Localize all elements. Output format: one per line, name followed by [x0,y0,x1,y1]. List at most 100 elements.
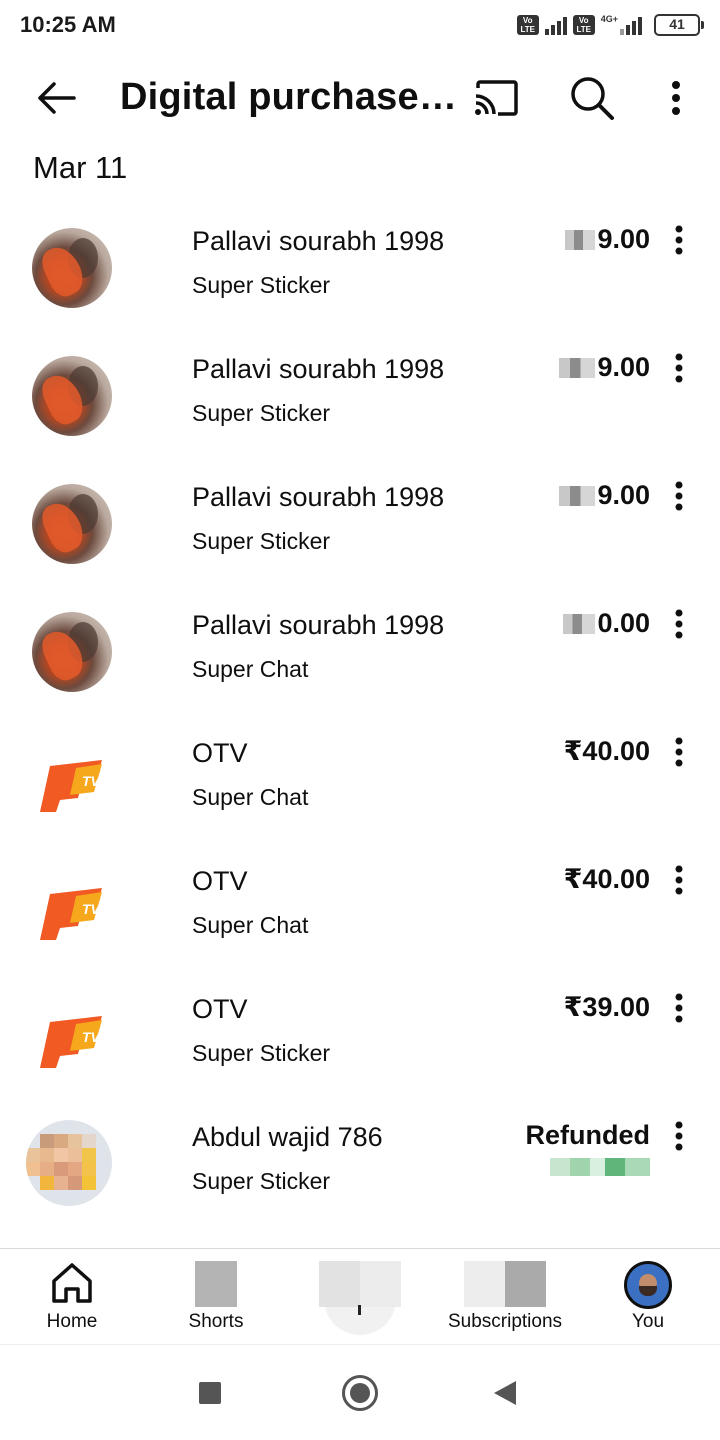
nav-create[interactable] [300,1249,420,1345]
app-bar: Digital purchase… [0,50,720,144]
otv-logo-icon: TV [40,1016,102,1068]
refund-status: Refunded [525,1120,651,1150]
cast-button[interactable] [470,74,522,122]
channel-avatar [32,484,112,564]
purchase-type: Super Sticker [192,1168,331,1194]
purchase-type: Super Sticker [192,272,331,298]
nav-shorts[interactable]: Shorts [166,1249,266,1345]
svg-text:TV: TV [82,901,102,917]
otv-logo-icon: TV [40,760,102,812]
status-icons: Vo LTE Vo LTE 4G+ 41 [516,12,704,38]
channel-avatar [26,1120,112,1206]
refund-detail-redacted [550,1158,650,1176]
nav-subscriptions[interactable]: Subscriptions [436,1249,574,1345]
status-bar: 10:25 AM Vo LTE Vo LTE 4G+ 41 [0,0,720,50]
purchase-row[interactable]: Pallavi sourabh 1998 Super Sticker 9.00 [0,328,720,456]
more-vert-icon[interactable] [670,1120,688,1152]
more-vert-icon[interactable] [670,352,688,384]
date-header: Mar 11 [33,150,128,185]
purchase-amount: 9.00 [565,224,650,255]
purchase-type: Super Chat [192,656,309,682]
subscriptions-icon [464,1261,546,1307]
more-vert-icon[interactable] [670,480,688,512]
more-vert-icon[interactable] [670,864,688,896]
more-vert-icon [672,81,680,115]
nav-you-label: You [631,1311,665,1332]
purchase-type: Super Sticker [192,528,331,554]
channel-avatar: TV [32,868,112,948]
purchase-amount: 9.00 [559,480,650,511]
amount-value: 9.00 [597,480,650,510]
signal-icon-2 [620,15,642,35]
svg-text:TV: TV [82,1029,102,1045]
nav-shorts-label: Shorts [188,1311,244,1332]
channel-name: Pallavi sourabh 1998 [192,226,445,256]
signal-icon [544,15,567,35]
more-vert-icon[interactable] [670,224,688,256]
channel-name: OTV [192,738,248,768]
back-button[interactable] [30,76,82,120]
nav-home[interactable]: Home [22,1249,122,1345]
purchase-row[interactable]: TV OTV Super Chat ₹40.00 [0,840,720,968]
more-vert-icon[interactable] [670,736,688,768]
purchase-amount: 9.00 [559,352,650,383]
back-arrow-icon [38,82,76,114]
bottom-nav: Home Shorts Subscriptions You [0,1248,720,1344]
volte-icon: Vo LTE [516,15,539,35]
create-indicator [358,1305,361,1315]
cast-icon [475,80,518,116]
search-icon [571,77,614,120]
svg-text:TV: TV [82,773,102,789]
purchase-amount: ₹39.00 [563,992,650,1022]
purchase-row[interactable]: TV OTV Super Chat ₹40.00 [0,712,720,840]
system-back-icon[interactable] [494,1381,516,1405]
purchase-row[interactable]: TV OTV Super Sticker ₹39.00 [0,968,720,1096]
purchase-row[interactable]: Pallavi sourabh 1998 Super Sticker 9.00 [0,200,720,328]
channel-avatar: TV [32,740,112,820]
purchase-amount: ₹40.00 [563,736,650,766]
purchase-type: Super Sticker [192,400,331,426]
page-title: Digital purchase… [120,76,458,118]
nav-subscriptions-label: Subscriptions [447,1311,563,1332]
more-vert-icon[interactable] [670,608,688,640]
volte-icon-2: Vo LTE [572,15,595,35]
purchase-row[interactable]: Abdul wajid 786 Super Sticker Refunded [0,1096,720,1224]
purchase-type: Super Chat [192,912,309,938]
more-vert-icon[interactable] [670,992,688,1024]
otv-logo-icon: TV [40,888,102,940]
nav-you[interactable]: You [608,1249,688,1345]
channel-name: Pallavi sourabh 1998 [192,482,445,512]
network-type: 4G+ [600,14,618,24]
purchase-list: Pallavi sourabh 1998 Super Sticker 9.00 … [0,200,720,1224]
search-button[interactable] [566,72,618,124]
home-icon [52,1263,92,1303]
more-options-button[interactable] [656,72,696,124]
purchase-type: Super Chat [192,784,309,810]
channel-avatar [32,356,112,436]
create-icon [319,1261,401,1307]
nav-home-label: Home [46,1311,98,1332]
recents-icon[interactable] [199,1382,221,1404]
purchase-row[interactable]: Pallavi sourabh 1998 Super Sticker 9.00 [0,456,720,584]
system-home-icon[interactable] [342,1375,378,1411]
amount-value: 9.00 [597,352,650,382]
system-nav-bar [0,1344,720,1440]
channel-avatar: TV [32,996,112,1076]
purchase-row[interactable]: Pallavi sourabh 1998 Super Chat 0.00 [0,584,720,712]
channel-avatar [32,228,112,308]
amount-value: 9.00 [597,224,650,254]
channel-name: Pallavi sourabh 1998 [192,610,445,640]
channel-avatar [32,612,112,692]
channel-name: Abdul wajid 786 [192,1122,383,1152]
shorts-icon [195,1261,237,1307]
battery-icon: 41 [654,14,704,36]
amount-value: 0.00 [597,608,650,638]
status-time: 10:25 AM [20,12,116,37]
channel-name: OTV [192,866,248,896]
channel-name: OTV [192,994,248,1024]
purchase-type: Super Sticker [192,1040,331,1066]
channel-name: Pallavi sourabh 1998 [192,354,445,384]
purchase-amount: 0.00 [563,608,650,639]
you-avatar-icon [624,1261,672,1309]
purchase-amount: ₹40.00 [563,864,650,894]
